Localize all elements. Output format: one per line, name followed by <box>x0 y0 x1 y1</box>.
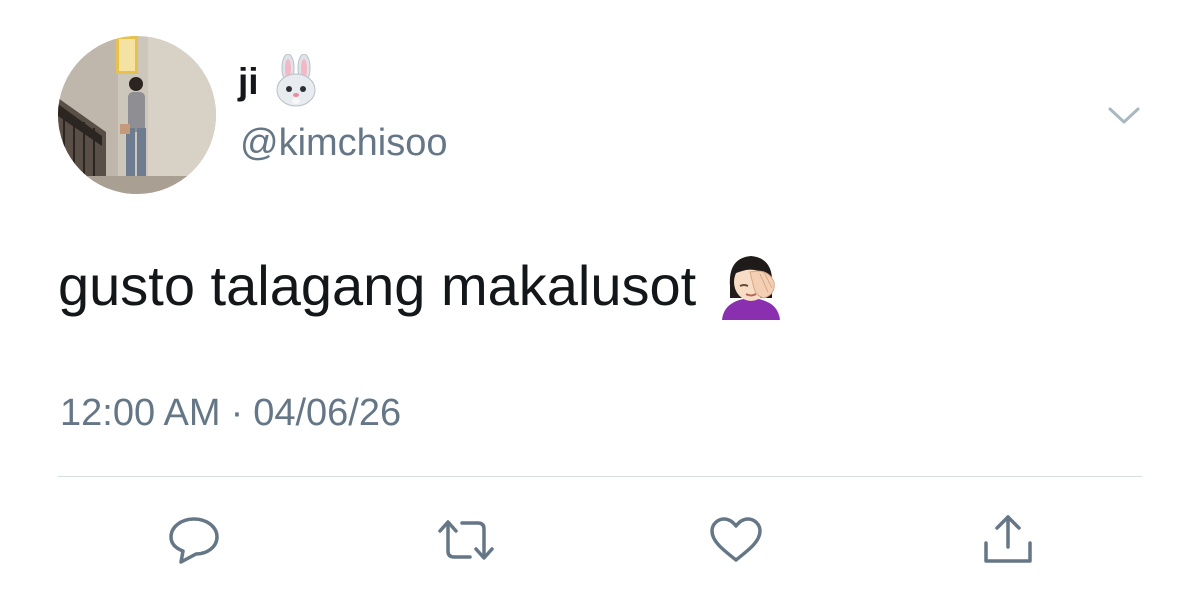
display-name-row: ji <box>238 54 319 108</box>
tweet-text: gusto talagang makalusot <box>58 254 697 317</box>
woman-facepalming-emoji <box>722 256 781 320</box>
profile-photo <box>58 36 216 194</box>
like-icon <box>710 517 762 562</box>
reply-button[interactable] <box>164 510 224 570</box>
divider <box>58 476 1142 477</box>
timestamp[interactable]: 12:00 AM · 04/06/26 <box>60 394 401 432</box>
chevron-down-icon[interactable] <box>1102 100 1146 130</box>
share-button[interactable] <box>978 510 1038 570</box>
avatar[interactable] <box>58 36 216 194</box>
tweet-time: 12:00 AM <box>60 392 221 434</box>
share-icon <box>984 515 1032 563</box>
timestamp-separator: · <box>230 392 244 434</box>
display-name[interactable]: ji <box>238 63 259 100</box>
rabbit-face-emoji <box>276 54 316 107</box>
tweet-date: 04/06/26 <box>253 392 402 434</box>
like-button[interactable] <box>706 510 766 570</box>
tweet-card: ji @kimchisoo gusto talagang makalusot 1… <box>0 0 1200 605</box>
tweet-text-row: gusto talagang makalusot <box>58 252 786 320</box>
reply-icon <box>169 517 219 564</box>
retweet-button[interactable] <box>436 510 496 570</box>
retweet-icon <box>438 520 494 560</box>
user-handle[interactable]: @kimchisoo <box>240 124 448 162</box>
